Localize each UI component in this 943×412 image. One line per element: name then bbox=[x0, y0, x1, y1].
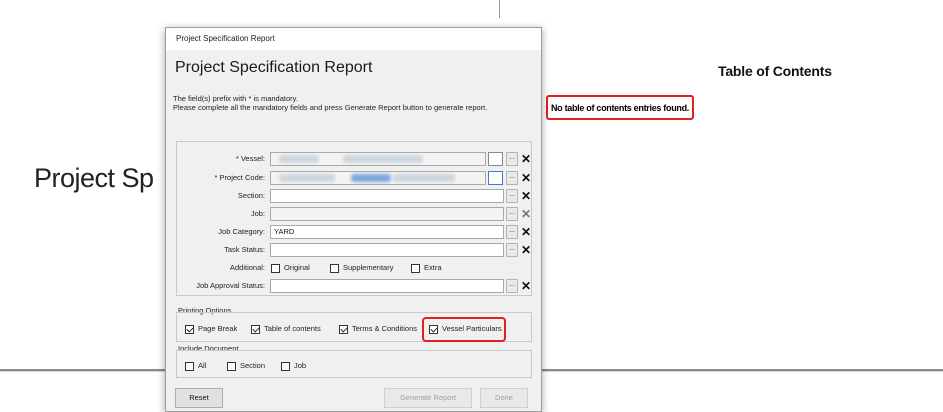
vessel-row: * Vessel: ... ✕ bbox=[177, 152, 531, 166]
supplementary-option[interactable]: Supplementary bbox=[330, 262, 393, 274]
job-category-label: Job Category: bbox=[218, 227, 265, 236]
done-button[interactable]: Done bbox=[480, 388, 528, 408]
vessel-particulars-highlight bbox=[422, 317, 506, 342]
job-approval-label: Job Approval Status: bbox=[196, 281, 265, 290]
vessel-redacted-name bbox=[343, 155, 423, 163]
page-break-label: Page Break bbox=[198, 324, 238, 334]
generate-report-button[interactable]: Generate Report bbox=[384, 388, 472, 408]
job-clear-button[interactable]: ✕ bbox=[520, 207, 532, 221]
extra-checkbox[interactable] bbox=[411, 263, 420, 273]
terms-conditions-label: Terms & Conditions bbox=[352, 324, 418, 334]
job-approval-field[interactable] bbox=[270, 279, 504, 293]
include-all-checkbox[interactable] bbox=[185, 361, 194, 371]
vessel-browse-button[interactable]: ... bbox=[506, 152, 518, 166]
include-job-option[interactable]: Job bbox=[281, 360, 306, 372]
table-of-contents-option[interactable]: Table of contents bbox=[251, 323, 321, 335]
job-category-browse-button[interactable]: ... bbox=[506, 225, 518, 239]
include-job-checkbox[interactable] bbox=[281, 361, 290, 371]
vessel-mini-input[interactable] bbox=[488, 152, 503, 166]
task-status-label: Task Status: bbox=[224, 245, 265, 254]
document-title: Project Sp bbox=[34, 163, 154, 193]
include-section-checkbox[interactable] bbox=[227, 361, 236, 371]
report-dialog: Project Specification Report Project Spe… bbox=[165, 27, 542, 412]
dialog-heading: Project Specification Report bbox=[175, 59, 373, 76]
section-clear-button[interactable]: ✕ bbox=[520, 189, 532, 203]
job-category-row: Job Category: YARD ... ✕ bbox=[177, 225, 531, 239]
include-all-label: All bbox=[198, 361, 207, 371]
additional-label: Additional: bbox=[229, 263, 265, 272]
project-code-mini-input[interactable] bbox=[488, 171, 503, 185]
vessel-redacted-value bbox=[279, 155, 319, 163]
toc-empty-text: No table of contents entries found. bbox=[550, 102, 689, 113]
project-code-clear-button[interactable]: ✕ bbox=[520, 171, 532, 185]
include-all-option[interactable]: All bbox=[185, 360, 206, 372]
project-code-field[interactable] bbox=[270, 171, 486, 185]
task-status-row: Task Status: ... ✕ bbox=[177, 243, 531, 257]
original-label: Original bbox=[284, 263, 310, 273]
section-browse-button[interactable]: ... bbox=[506, 189, 518, 203]
job-field[interactable] bbox=[270, 207, 504, 221]
project-code-redacted-name bbox=[393, 174, 455, 182]
section-field[interactable] bbox=[270, 189, 504, 203]
document-divider-vertical bbox=[499, 0, 500, 18]
section-row: Section: ... ✕ bbox=[177, 189, 531, 203]
job-approval-clear-button[interactable]: ✕ bbox=[520, 279, 532, 293]
original-checkbox[interactable] bbox=[271, 263, 280, 273]
page-break-checkbox[interactable] bbox=[185, 324, 194, 334]
page-break-option[interactable]: Page Break bbox=[185, 323, 237, 335]
toc-title: Table of Contents bbox=[718, 63, 832, 79]
job-category-clear-button[interactable]: ✕ bbox=[520, 225, 532, 239]
include-job-label: Job bbox=[294, 361, 307, 371]
vessel-field[interactable] bbox=[270, 152, 486, 166]
toc-empty-message: No table of contents entries found. bbox=[546, 95, 694, 120]
job-approval-browse-button[interactable]: ... bbox=[506, 279, 518, 293]
extra-label: Extra bbox=[424, 263, 442, 273]
section-label: Section: bbox=[237, 191, 265, 200]
vessel-clear-button[interactable]: ✕ bbox=[520, 152, 532, 166]
job-approval-row: Job Approval Status: ... ✕ bbox=[177, 279, 531, 293]
job-browse-button[interactable]: ... bbox=[506, 207, 518, 221]
criteria-group: * Vessel: ... ✕ * Project Code: ... ✕ Se… bbox=[176, 141, 532, 296]
supplementary-checkbox[interactable] bbox=[330, 263, 339, 273]
terms-conditions-checkbox[interactable] bbox=[339, 324, 348, 334]
vessel-label: * Vessel: bbox=[235, 154, 265, 163]
reset-button[interactable]: Reset bbox=[175, 388, 223, 408]
task-status-clear-button[interactable]: ✕ bbox=[520, 243, 532, 257]
supplementary-label: Supplementary bbox=[343, 263, 394, 273]
instruction-generate: Please complete all the mandatory fields… bbox=[173, 103, 488, 112]
task-status-browse-button[interactable]: ... bbox=[506, 243, 518, 257]
include-section-option[interactable]: Section bbox=[227, 360, 265, 372]
task-status-field[interactable] bbox=[270, 243, 504, 257]
terms-conditions-option[interactable]: Terms & Conditions bbox=[339, 323, 417, 335]
table-of-contents-checkbox[interactable] bbox=[251, 324, 260, 334]
job-category-field[interactable]: YARD bbox=[270, 225, 504, 239]
extra-option[interactable]: Extra bbox=[411, 262, 442, 274]
project-code-redacted-value bbox=[279, 174, 335, 182]
dialog-titlebar[interactable]: Project Specification Report bbox=[166, 28, 541, 50]
instructions: The field(s) prefix with * is mandatory.… bbox=[173, 94, 487, 112]
instruction-mandatory: The field(s) prefix with * is mandatory. bbox=[173, 94, 298, 103]
project-code-redacted-selection bbox=[351, 174, 391, 182]
table-of-contents-label: Table of contents bbox=[264, 324, 321, 334]
project-code-browse-button[interactable]: ... bbox=[506, 171, 518, 185]
original-option[interactable]: Original bbox=[271, 262, 310, 274]
project-code-row: * Project Code: ... ✕ bbox=[177, 171, 531, 185]
include-section-label: Section bbox=[240, 361, 266, 371]
job-row: Job: ... ✕ bbox=[177, 207, 531, 221]
job-label: Job: bbox=[250, 209, 265, 218]
additional-row: Additional: Original Supplementary Extra bbox=[177, 261, 531, 275]
project-code-label: * Project Code: bbox=[214, 173, 265, 182]
include-document-group: All Section Job bbox=[176, 350, 532, 378]
